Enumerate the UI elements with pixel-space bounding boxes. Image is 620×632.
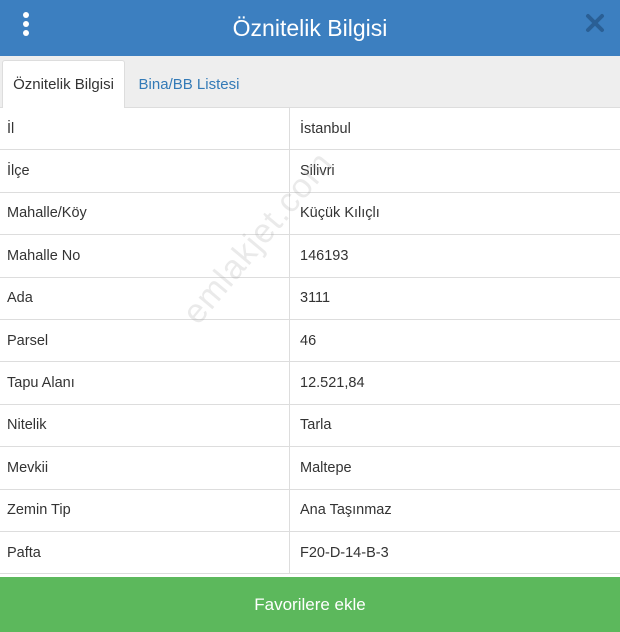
close-icon[interactable] xyxy=(584,12,606,34)
attribute-key: Mevkii xyxy=(0,447,290,489)
attribute-value: Maltepe xyxy=(300,459,352,476)
attribute-value: Tarla xyxy=(300,417,332,434)
attribute-value: İstanbul xyxy=(300,120,351,137)
attribute-key: Nitelik xyxy=(0,404,290,447)
attribute-value: 3111 xyxy=(300,290,331,307)
vertical-dots-icon[interactable] xyxy=(12,10,40,38)
table-row: İl İstanbul xyxy=(0,108,620,151)
attribute-key: İlçe xyxy=(0,150,290,192)
table-row: Parsel 46 xyxy=(0,319,620,363)
attribute-key: Mahalle/Köy xyxy=(0,192,290,235)
attribute-key: Mahalle No xyxy=(0,235,290,277)
table-row: Mevkii Maltepe xyxy=(0,447,620,490)
attribute-value: Silivri xyxy=(300,163,335,180)
attribute-value: 12.521,84 xyxy=(300,375,365,392)
tab-bina-bb-listesi[interactable]: Bina/BB Listesi xyxy=(126,60,252,108)
table-row: Mahalle/Köy Küçük Kılıçlı xyxy=(0,192,620,236)
table-row: Zemin Tip Ana Taşınmaz xyxy=(0,489,620,532)
attribute-table: İl İstanbul İlçe Silivri Mahalle/Köy Küç… xyxy=(0,108,620,575)
table-row: Tapu Alanı 12.521,84 xyxy=(0,362,620,405)
attribute-key: Zemin Tip xyxy=(0,489,290,531)
dialog-title: Öznitelik Bilgisi xyxy=(232,14,388,41)
table-row: Mahalle No 146193 xyxy=(0,235,620,278)
attribute-value: Ana Taşınmaz xyxy=(300,502,392,519)
attribute-value: 46 xyxy=(300,332,317,349)
dialog-header: Öznitelik Bilgisi xyxy=(0,0,620,56)
table-row: Nitelik Tarla xyxy=(0,404,620,448)
add-favorites-button[interactable]: Favorilere ekle xyxy=(0,577,620,632)
table-row: İlçe Silivri xyxy=(0,150,620,193)
attribute-key: Ada xyxy=(0,277,290,319)
attribute-key: Pafta xyxy=(0,531,290,574)
attribute-key: Tapu Alanı xyxy=(0,362,290,404)
tab-oznitelik-bilgisi[interactable]: Öznitelik Bilgisi xyxy=(2,60,125,109)
attribute-value: 146193 xyxy=(300,247,349,264)
attribute-key: Parsel xyxy=(0,319,290,362)
attribute-value: Küçük Kılıçlı xyxy=(300,205,380,222)
table-row: Ada 3111 xyxy=(0,277,620,320)
tab-bar: Öznitelik Bilgisi Bina/BB Listesi xyxy=(0,56,620,109)
attribute-key: İl xyxy=(0,108,290,150)
table-row: Pafta F20-D-14-B-3 xyxy=(0,531,620,575)
attribute-value: F20-D-14-B-3 xyxy=(300,544,389,561)
